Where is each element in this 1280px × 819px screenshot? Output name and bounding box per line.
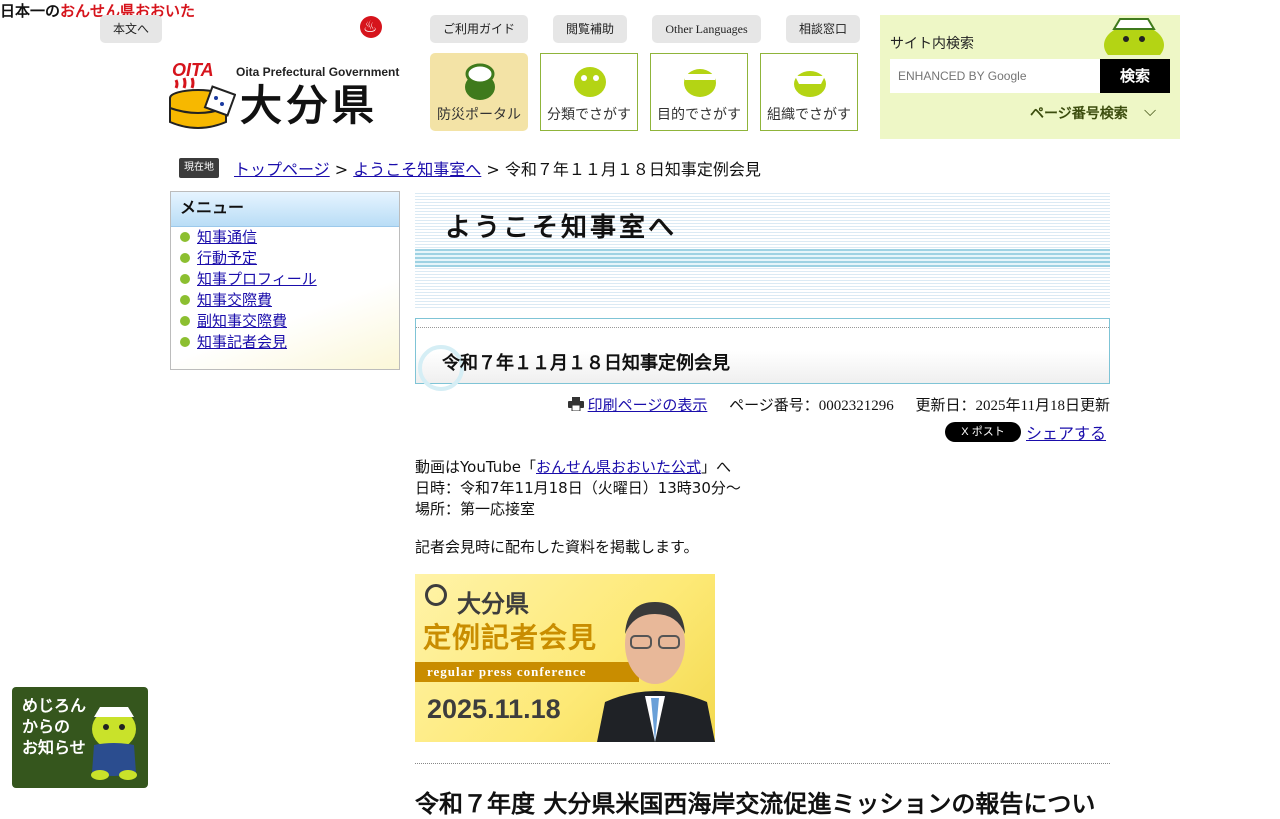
accessibility-button[interactable]: 閲覧補助 xyxy=(553,15,627,43)
video-prefix: 動画はYouTube「 xyxy=(415,458,536,476)
menu-item: 知事プロフィール xyxy=(180,269,399,290)
site-search-panel: サイト内検索 検索 ページ番号検索 ⌵ xyxy=(880,15,1180,139)
bullet-icon xyxy=(180,232,190,242)
x-post-button[interactable]: X ポスト xyxy=(945,422,1021,442)
nav-tile-label: 分類でさがす xyxy=(547,107,631,123)
share-link[interactable]: シェアする xyxy=(1026,420,1106,444)
consultation-button[interactable]: 相談窓口 xyxy=(786,15,860,43)
thumbnail-org: 大分県 xyxy=(457,590,529,618)
bullet-icon xyxy=(180,316,190,326)
breadcrumb: トップページ > ようこそ知事室へ > 令和７年１１月１８日知事定例会見 xyxy=(234,156,761,180)
press-conference-thumbnail[interactable]: 大分県 定例記者会見 regular press conference 2025… xyxy=(415,574,715,742)
breadcrumb-separator: > xyxy=(334,160,349,179)
nav-tile-label: 防災ポータル xyxy=(437,107,521,123)
title-divider xyxy=(416,327,1109,328)
skip-to-content-button[interactable]: 本文へ xyxy=(100,15,162,43)
oita-seal-icon xyxy=(425,584,447,606)
page-title: 令和７年１１月１８日知事定例会見 xyxy=(442,353,730,374)
menu-item: 副知事交際費 xyxy=(180,311,399,332)
bullet-icon xyxy=(180,253,190,263)
breadcrumb-separator: > xyxy=(486,160,500,179)
banner-band xyxy=(415,249,1110,267)
bullet-icon xyxy=(180,295,190,305)
mejiron-category-icon xyxy=(574,67,606,97)
page-title-box: 令和７年１１月１８日知事定例会見 xyxy=(415,318,1110,391)
breadcrumb-governor-room[interactable]: ようこそ知事室へ xyxy=(353,160,481,179)
nav-by-organization[interactable]: 組織でさがす xyxy=(760,53,858,131)
current-location-badge: 現在地 xyxy=(179,158,219,178)
menu-link-press-conferences[interactable]: 知事記者会見 xyxy=(197,333,287,351)
youtube-channel-link[interactable]: おんせん県おおいた公式 xyxy=(536,458,701,476)
other-languages-button[interactable]: Other Languages xyxy=(652,15,761,43)
mejiron-purpose-icon xyxy=(684,69,716,97)
banner-title: ようこそ知事室へ xyxy=(445,213,678,243)
thumbnail-title: 定例記者会見 xyxy=(423,621,598,654)
video-suffix: 」へ xyxy=(701,458,732,476)
side-menu: メニュー 知事通信 行動予定 知事プロフィール 知事交際費 副知事交際費 知事記… xyxy=(170,191,400,370)
bullet-icon xyxy=(180,337,190,347)
mejiron-organization-icon xyxy=(794,71,826,97)
page-number: ページ番号：0002321296 xyxy=(729,398,894,414)
mejiron-notice-text: めじろん からの お知らせ xyxy=(22,696,87,757)
svg-text:OITA: OITA xyxy=(172,60,214,80)
mejiron-notice-banner[interactable]: めじろん からの お知らせ xyxy=(12,687,148,788)
mejiron-mascot-icon xyxy=(1104,18,1164,55)
datetime-text: 日時：令和7年11月18日（火曜日）13時30分～ xyxy=(415,479,741,497)
section-banner: ようこそ知事室へ xyxy=(415,191,1110,308)
nav-disaster-portal[interactable]: 防災ポータル xyxy=(430,53,528,131)
mejiron-helmet-icon xyxy=(465,63,495,100)
menu-link-profile[interactable]: 知事プロフィール xyxy=(197,270,317,288)
chevron-down-icon[interactable]: ⌵ xyxy=(1144,101,1156,121)
updated-date: 更新日：2025年11月18日更新 xyxy=(915,398,1110,414)
governor-portrait xyxy=(597,602,715,742)
bullet-icon xyxy=(180,274,190,284)
section-divider xyxy=(415,763,1110,764)
search-title: サイト内検索 xyxy=(890,36,974,52)
menu-link-vice-expenses[interactable]: 副知事交際費 xyxy=(197,312,287,330)
menu-item: 行動予定 xyxy=(180,248,399,269)
nav-by-category[interactable]: 分類でさがす xyxy=(540,53,638,131)
section-heading: 令和７年度 大分県米国西海岸交流促進ミッションの報告につい xyxy=(415,790,1096,818)
page-number-search-toggle[interactable]: ページ番号検索 xyxy=(1030,103,1128,123)
onsen-icon xyxy=(360,16,382,38)
side-menu-heading: メニュー xyxy=(171,192,399,227)
nav-by-purpose[interactable]: 目的でさがす xyxy=(650,53,748,131)
search-button[interactable]: 検索 xyxy=(1100,59,1170,93)
menu-item: 知事通信 xyxy=(180,227,399,248)
printer-icon xyxy=(567,397,584,412)
print-page-link[interactable]: 印刷ページの表示 xyxy=(588,398,708,414)
thumbnail-date: 2025.11.18 xyxy=(427,694,561,724)
menu-item: 知事交際費 xyxy=(180,290,399,311)
usage-guide-button[interactable]: ご利用ガイド xyxy=(430,15,528,43)
nav-tile-label: 目的でさがす xyxy=(657,107,741,123)
oita-logo-icon[interactable]: OITA xyxy=(168,58,236,132)
search-input[interactable] xyxy=(890,59,1100,93)
place-text: 場所：第一応接室 xyxy=(415,500,536,518)
nav-tile-label: 組織でさがす xyxy=(767,107,851,123)
logo-japanese-name[interactable]: 大分県 xyxy=(240,82,378,130)
logo-english-name: Oita Prefectural Government xyxy=(236,65,400,79)
menu-link-schedule[interactable]: 行動予定 xyxy=(197,249,257,267)
menu-item: 知事記者会見 xyxy=(180,332,399,353)
page-meta: 印刷ページの表示 ページ番号：0002321296 更新日：2025年11月18… xyxy=(567,394,1110,415)
materials-note: 記者会見時に配布した資料を掲載します。 xyxy=(415,538,699,556)
mejiron-mascot-icon xyxy=(91,707,137,780)
menu-link-expenses[interactable]: 知事交際費 xyxy=(197,291,272,309)
breadcrumb-top[interactable]: トップページ xyxy=(234,160,330,179)
video-line: 動画はYouTube「おんせん県おおいた公式」へ xyxy=(415,457,731,478)
tagline-prefix: 日本一の xyxy=(0,2,61,20)
menu-link-governor-news[interactable]: 知事通信 xyxy=(197,228,257,246)
breadcrumb-current: 令和７年１１月１８日知事定例会見 xyxy=(504,160,761,179)
